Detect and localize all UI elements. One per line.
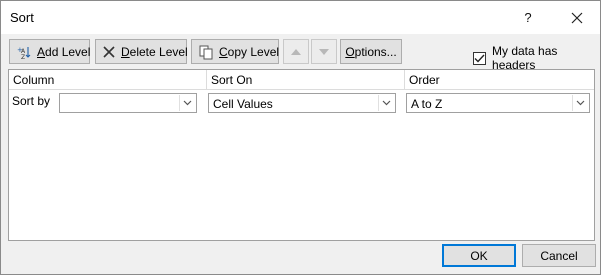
options-label: Options...	[345, 44, 397, 59]
column-divider	[206, 70, 207, 90]
chevron-down-icon[interactable]	[572, 95, 588, 111]
help-button[interactable]: ?	[507, 1, 549, 34]
svg-text:Z: Z	[21, 54, 25, 60]
chevron-down-icon[interactable]	[179, 95, 195, 111]
copy-level-button[interactable]: Copy Level	[191, 39, 279, 64]
close-icon	[571, 12, 583, 23]
order-select[interactable]: A to Z	[406, 93, 590, 113]
cancel-button[interactable]: Cancel	[522, 244, 596, 267]
dialog-title: Sort	[10, 10, 34, 25]
add-level-button[interactable]: + A Z Add Level	[9, 39, 90, 64]
move-down-button[interactable]	[311, 39, 337, 64]
sort-by-label: Sort by	[12, 94, 51, 108]
column-header-order: Order	[409, 73, 440, 87]
column-select[interactable]	[59, 93, 197, 113]
copy-level-label: Copy Level	[219, 44, 280, 59]
order-select-value: A to Z	[411, 97, 443, 111]
sort-dialog: Sort ? + A Z Add Level Delete Level Copy…	[0, 0, 601, 275]
copy-icon	[198, 44, 214, 60]
delete-level-button[interactable]: Delete Level	[95, 39, 188, 64]
add-level-icon: + A Z	[16, 44, 32, 60]
headers-checkbox-label: My data has headers	[492, 44, 558, 72]
checkmark-icon	[474, 54, 485, 63]
sort-on-select[interactable]: Cell Values	[208, 93, 396, 113]
delete-x-icon	[102, 44, 116, 60]
sort-on-select-value: Cell Values	[213, 97, 273, 111]
title-bar: Sort ?	[1, 1, 600, 34]
ok-button[interactable]: OK	[442, 244, 516, 267]
chevron-down-icon[interactable]	[378, 95, 394, 111]
sort-levels-grid: Column Sort On Order Sort by Cell Values	[8, 69, 595, 241]
options-button[interactable]: Options...	[340, 39, 402, 64]
close-button[interactable]	[556, 1, 598, 34]
column-header-sort-on: Sort On	[211, 73, 253, 87]
delete-level-label: Delete Level	[121, 44, 188, 59]
triangle-down-icon	[319, 48, 329, 55]
add-level-label: Add Level	[37, 44, 91, 59]
column-divider	[404, 70, 405, 90]
column-header-column: Column	[13, 73, 55, 87]
sort-level-row: Sort by Cell Values A to Z	[9, 91, 594, 113]
grid-header: Column Sort On Order	[9, 70, 594, 90]
checkbox-box[interactable]	[473, 51, 486, 65]
my-data-has-headers-checkbox[interactable]: My data has headers	[473, 44, 600, 72]
triangle-up-icon	[291, 48, 301, 55]
move-up-button[interactable]	[283, 39, 309, 64]
